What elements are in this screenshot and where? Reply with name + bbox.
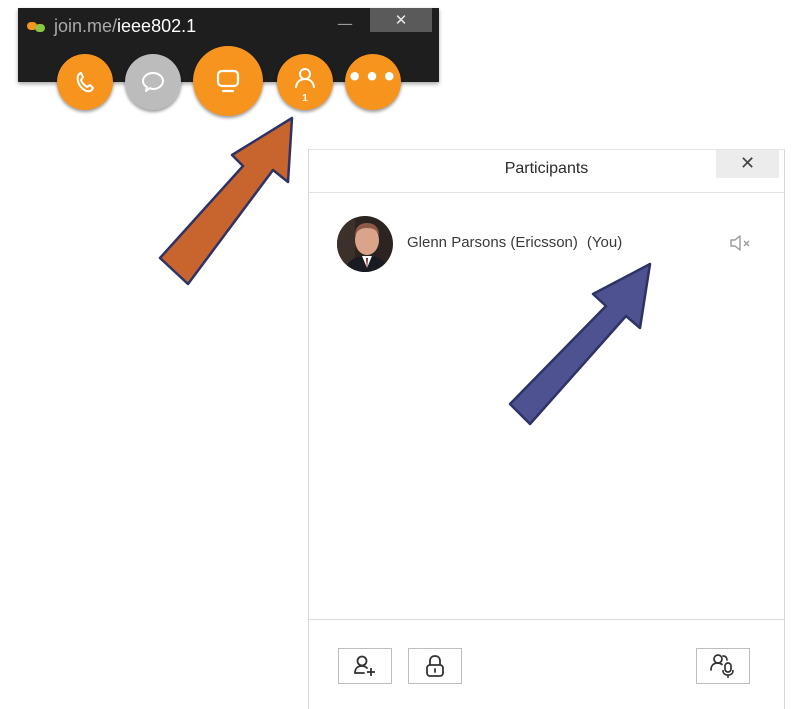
annotation-arrows: [158, 116, 652, 426]
orange-annotation-arrow: [158, 116, 294, 286]
screenshot-canvas: join.me/ieee802.1 — ✕ 1 ••• Participants…: [0, 0, 792, 709]
blue-annotation-arrow: [508, 262, 652, 426]
